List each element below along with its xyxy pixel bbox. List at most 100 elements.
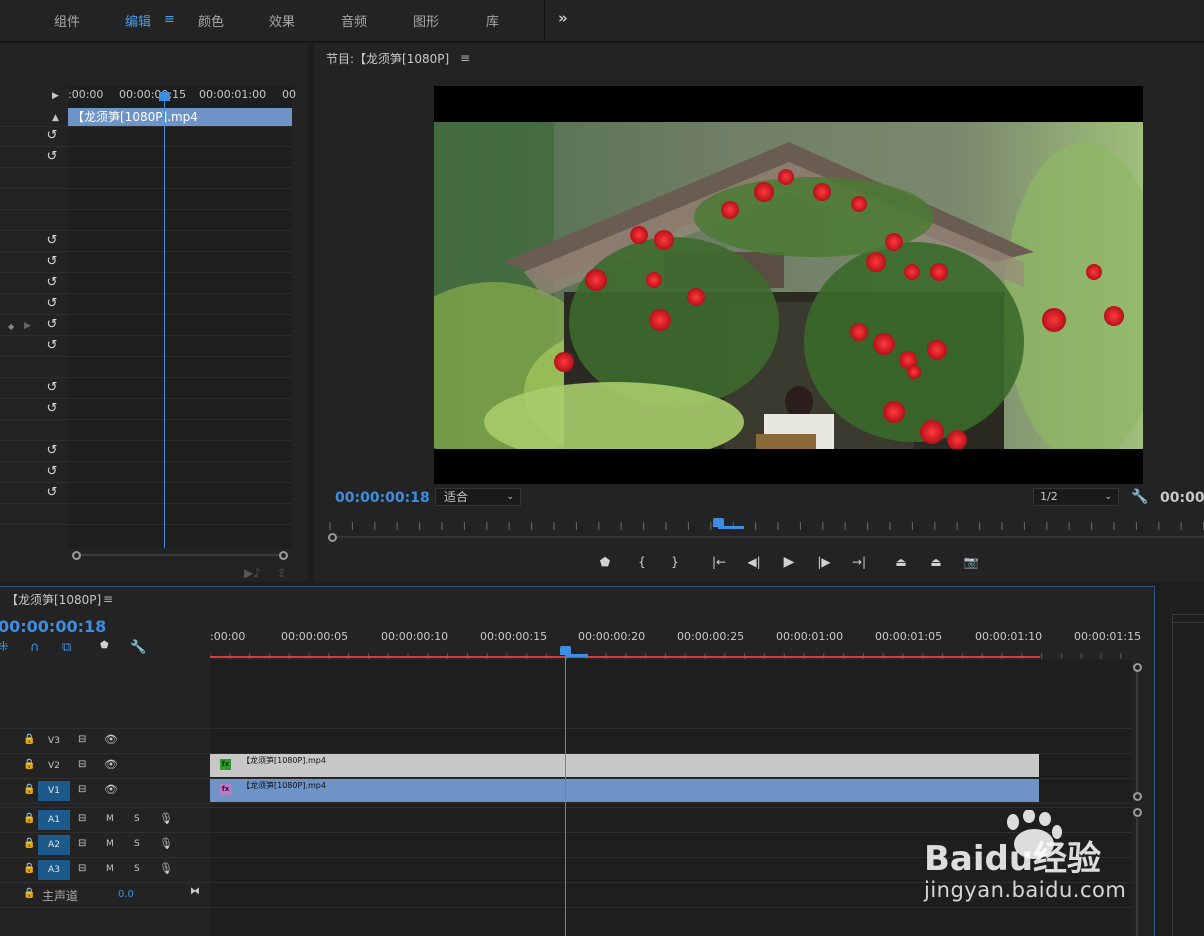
play-triangle-icon[interactable]: ▶ bbox=[52, 91, 59, 101]
mute-button[interactable]: M bbox=[106, 814, 114, 824]
toggle-sync-lock-icon[interactable]: ⊟ bbox=[78, 734, 86, 745]
reset-parameter-icon[interactable]: ↺ bbox=[45, 234, 59, 248]
workspace-menu-icon[interactable]: ≡ bbox=[164, 12, 175, 27]
program-monitor-ruler[interactable] bbox=[326, 518, 1204, 532]
reset-parameter-icon[interactable]: ↺ bbox=[45, 150, 59, 164]
effect-controls-ruler[interactable]: :00:00 00:00:00:15 00:00:01:00 00 bbox=[68, 88, 296, 104]
mark-out-icon[interactable]: } bbox=[664, 552, 686, 572]
toggle-sync-lock-icon[interactable]: ⊟ bbox=[78, 838, 86, 849]
track-name-a3[interactable]: A3 bbox=[38, 860, 70, 880]
mute-button[interactable]: M bbox=[106, 864, 114, 874]
solo-button[interactable]: S bbox=[134, 814, 140, 824]
toggle-sync-lock-icon[interactable]: ⊟ bbox=[78, 784, 86, 795]
solo-button[interactable]: S bbox=[134, 864, 140, 874]
play-audio-icon[interactable]: ▶♪ bbox=[244, 566, 261, 580]
lock-icon[interactable]: 🔒 bbox=[23, 784, 35, 795]
next-keyframe-icon[interactable]: ▶ bbox=[24, 321, 31, 331]
playback-resolution-dropdown[interactable]: 1/2 ⌄ bbox=[1033, 488, 1119, 506]
mark-in-icon[interactable]: { bbox=[631, 552, 653, 572]
reset-parameter-icon[interactable]: ↺ bbox=[45, 255, 59, 269]
lock-icon[interactable]: 🔒 bbox=[23, 759, 35, 770]
extract-icon[interactable]: ⏏ bbox=[925, 552, 947, 572]
track-name-v1[interactable]: V1 bbox=[38, 781, 70, 801]
export-frame-camera-icon[interactable]: 📷 bbox=[960, 552, 982, 572]
go-to-in-icon[interactable]: |← bbox=[708, 552, 730, 572]
wrench-icon[interactable]: 🔧 bbox=[130, 640, 146, 655]
reset-parameter-icon[interactable]: ↺ bbox=[45, 129, 59, 143]
lock-icon[interactable]: 🔒 bbox=[23, 838, 35, 849]
panel-menu-icon[interactable]: ≡ bbox=[103, 592, 113, 606]
program-monitor-title[interactable]: 节目:【龙须笋[1080P] bbox=[326, 50, 449, 67]
reset-parameter-icon[interactable]: ↺ bbox=[45, 381, 59, 395]
lift-icon[interactable]: ⏏ bbox=[890, 552, 912, 572]
solo-button[interactable]: S bbox=[134, 839, 140, 849]
export-icon[interactable]: ⇪ bbox=[277, 566, 287, 580]
track-name-a1[interactable]: A1 bbox=[38, 810, 70, 830]
eye-icon[interactable]: 👁 bbox=[104, 733, 118, 746]
program-monitor-scrollbar[interactable] bbox=[326, 533, 1204, 542]
zoom-fit-dropdown[interactable]: 适合 ⌄ bbox=[435, 488, 521, 506]
workspace-tab-assembly[interactable]: 组件 bbox=[54, 11, 80, 30]
toggle-sync-lock-icon[interactable]: ⊟ bbox=[78, 813, 86, 824]
reset-parameter-icon[interactable]: ↺ bbox=[45, 444, 59, 458]
workspace-tab-graphics[interactable]: 图形 bbox=[413, 11, 439, 30]
program-current-timecode[interactable]: 00:00:00:18 bbox=[335, 490, 430, 506]
eye-icon[interactable]: 👁 bbox=[104, 758, 118, 771]
clip-v2[interactable]: fx 【龙须笋[1080P].mp4 bbox=[210, 754, 1039, 777]
workspace-tab-audio[interactable]: 音频 bbox=[341, 11, 367, 30]
microphone-icon[interactable]: 🎙 bbox=[159, 837, 173, 850]
collapse-triangle-icon[interactable]: ▲ bbox=[52, 113, 59, 123]
work-area-bar[interactable] bbox=[210, 656, 1040, 658]
scroll-knob-bottom[interactable] bbox=[1133, 792, 1142, 801]
lock-icon[interactable]: 🔒 bbox=[23, 863, 35, 874]
microphone-icon[interactable]: 🎙 bbox=[159, 862, 173, 875]
reset-parameter-icon[interactable]: ↺ bbox=[45, 276, 59, 290]
sequence-tab-title[interactable]: 【龙须笋[1080P] bbox=[6, 591, 101, 608]
master-volume-value[interactable]: 0.0 bbox=[118, 889, 134, 900]
effect-controls-clip[interactable]: 【龙须笋[1080P].mp4 bbox=[68, 108, 292, 127]
eye-icon[interactable]: 👁 bbox=[104, 783, 118, 796]
workspace-tab-effects[interactable]: 效果 bbox=[269, 11, 295, 30]
scroll-knob-top[interactable] bbox=[1133, 663, 1142, 672]
track-name-v3[interactable]: V3 bbox=[38, 731, 70, 751]
toggle-sync-lock-icon[interactable]: ⊟ bbox=[78, 759, 86, 770]
step-back-icon[interactable]: ◀| bbox=[743, 552, 765, 572]
wrench-settings-icon[interactable]: 🔧 bbox=[1131, 489, 1148, 505]
mute-button[interactable]: M bbox=[106, 839, 114, 849]
workspace-tab-libraries[interactable]: 库 bbox=[486, 11, 499, 30]
go-to-end-icon[interactable]: ⧓ bbox=[190, 886, 200, 897]
more-workspaces-icon[interactable]: » bbox=[558, 9, 568, 27]
snap-magnet-icon[interactable]: ∩ bbox=[30, 640, 40, 655]
linked-selection-icon[interactable]: ⧉ bbox=[62, 640, 71, 655]
workspace-tab-editing[interactable]: 编辑 bbox=[125, 11, 151, 30]
scroll-knob-left[interactable] bbox=[72, 551, 81, 560]
go-to-out-icon[interactable]: →| bbox=[848, 552, 870, 572]
microphone-icon[interactable]: 🎙 bbox=[159, 812, 173, 825]
reset-parameter-icon[interactable]: ↺ bbox=[45, 318, 59, 332]
reset-parameter-icon[interactable]: ↺ bbox=[45, 465, 59, 479]
panel-menu-icon[interactable]: ≡ bbox=[460, 51, 470, 65]
scroll-knob-left[interactable] bbox=[328, 533, 337, 542]
add-marker-icon[interactable]: ⬟ bbox=[100, 640, 109, 651]
workspace-tab-color[interactable]: 颜色 bbox=[198, 11, 224, 30]
nest-icon[interactable]: ⁜ bbox=[0, 640, 9, 655]
effect-controls-playhead[interactable] bbox=[164, 96, 165, 548]
reset-parameter-icon[interactable]: ↺ bbox=[45, 486, 59, 500]
toggle-sync-lock-icon[interactable]: ⊟ bbox=[78, 863, 86, 874]
lock-icon[interactable]: 🔒 bbox=[23, 813, 35, 824]
reset-parameter-icon[interactable]: ↺ bbox=[45, 297, 59, 311]
reset-parameter-icon[interactable]: ↺ bbox=[45, 339, 59, 353]
track-name-a2[interactable]: A2 bbox=[38, 835, 70, 855]
lock-icon[interactable]: 🔒 bbox=[23, 734, 35, 745]
clip-v1[interactable]: fx 【龙须笋[1080P].mp4 bbox=[210, 779, 1039, 802]
timeline-timecode[interactable]: 00:00:00:18 bbox=[0, 617, 106, 636]
track-name-v2[interactable]: V2 bbox=[38, 756, 70, 776]
keyframe-diamond-icon[interactable]: ◆ bbox=[8, 322, 14, 331]
effect-controls-timeline[interactable] bbox=[68, 86, 292, 548]
effect-controls-scrollbar[interactable] bbox=[72, 551, 288, 560]
step-forward-icon[interactable]: |▶ bbox=[813, 552, 835, 572]
play-icon[interactable]: ▶ bbox=[778, 552, 800, 572]
scroll-knob-right[interactable] bbox=[279, 551, 288, 560]
timeline-playhead[interactable] bbox=[565, 652, 566, 936]
add-marker-icon[interactable]: ⬟ bbox=[594, 552, 616, 572]
